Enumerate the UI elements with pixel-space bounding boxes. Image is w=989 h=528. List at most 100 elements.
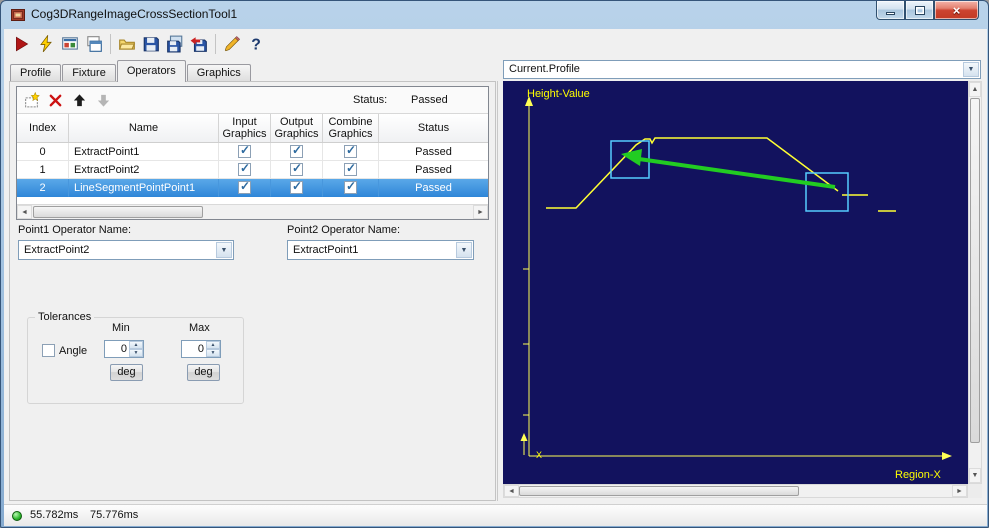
display-button[interactable] — [58, 32, 82, 56]
col-header-name: Name — [69, 114, 219, 142]
chevron-down-icon[interactable]: ▼ — [456, 242, 472, 258]
save-icon — [143, 37, 159, 52]
input-graphics-checkbox[interactable] — [238, 143, 251, 158]
move-up-icon — [73, 93, 85, 106]
tab-operators[interactable]: Operators — [116, 60, 186, 82]
svg-text:?: ? — [251, 37, 261, 53]
move-down-icon — [97, 94, 109, 107]
execution-time: 55.782ms — [30, 509, 79, 521]
wizard-icon — [224, 36, 241, 52]
col-header-output-graphics: Output Graphics — [271, 114, 323, 142]
plot-horizontal-scrollbar[interactable]: ◄ ► — [503, 484, 968, 498]
scrollbar-thumb[interactable] — [519, 486, 799, 496]
display-source-select[interactable]: Current.Profile ▼ — [503, 60, 981, 79]
operators-tab-page: Status: Passed Index Name Input Graphics… — [9, 81, 496, 501]
open-icon — [118, 39, 136, 50]
run-live-button[interactable] — [34, 32, 58, 56]
run-live-icon — [40, 35, 52, 53]
save-all-button[interactable] — [163, 32, 187, 56]
angle-max-input[interactable]: 0 ▲ ▼ — [181, 340, 221, 358]
scrollbar-thumb[interactable] — [970, 98, 980, 443]
help-icon: ? — [251, 37, 261, 53]
move-down-button[interactable] — [93, 90, 113, 110]
col-header-input-graphics: Input Graphics — [219, 114, 271, 142]
tab-graphics[interactable]: Graphics — [186, 64, 251, 81]
max-label: Max — [189, 322, 210, 334]
move-up-button[interactable] — [69, 90, 89, 110]
input-graphics-checkbox[interactable] — [238, 161, 251, 176]
tolerances-title: Tolerances — [35, 311, 95, 323]
scroll-left-icon[interactable]: ◄ — [17, 205, 32, 219]
minimize-button[interactable] — [876, 1, 905, 20]
window-title: Cog3DRangeImageCrossSectionTool1 — [31, 7, 238, 21]
scroll-down-icon[interactable]: ▼ — [969, 468, 981, 483]
import-button[interactable] — [187, 32, 211, 56]
combine-graphics-checkbox[interactable] — [344, 179, 357, 194]
scrollbar-thumb[interactable] — [33, 206, 203, 218]
spin-down-icon[interactable]: ▼ — [206, 349, 220, 357]
client-area: ? Profile Fixture Operators Graphics Sta… — [4, 29, 987, 526]
app-icon[interactable] — [10, 7, 26, 23]
scroll-up-icon[interactable]: ▲ — [969, 82, 981, 97]
pane-splitter[interactable] — [497, 81, 498, 501]
chevron-down-icon[interactable]: ▼ — [216, 242, 232, 258]
table-row[interactable]: 0 ExtractPoint1 Passed — [17, 143, 488, 161]
y-axis-label: Height-Value — [527, 88, 590, 100]
new-window-button[interactable] — [82, 32, 106, 56]
col-header-combine-graphics: Combine Graphics — [323, 114, 379, 142]
max-unit-button[interactable]: deg — [187, 364, 220, 381]
point1-operator-label: Point1 Operator Name: — [18, 224, 132, 236]
spin-down-icon[interactable]: ▼ — [129, 349, 143, 357]
new-window-icon — [87, 36, 102, 52]
run-button[interactable] — [10, 32, 34, 56]
status-value: Passed — [411, 94, 448, 106]
minimize-icon — [886, 11, 895, 15]
output-graphics-checkbox[interactable] — [290, 143, 303, 158]
col-header-index: Index — [17, 114, 69, 142]
display-pane: Current.Profile ▼ Height-Value Region-X … — [501, 59, 984, 499]
angle-min-input[interactable]: 0 ▲ ▼ — [104, 340, 144, 358]
combine-graphics-checkbox[interactable] — [344, 143, 357, 158]
scroll-right-icon[interactable]: ► — [952, 485, 967, 497]
input-graphics-checkbox[interactable] — [238, 179, 251, 194]
chevron-down-icon[interactable]: ▼ — [963, 62, 979, 77]
scrollbar-corner — [968, 484, 982, 498]
plot-vertical-scrollbar[interactable]: ▲ ▼ — [968, 81, 982, 484]
col-header-status: Status — [417, 122, 450, 134]
save-button[interactable] — [139, 32, 163, 56]
spin-up-icon[interactable]: ▲ — [206, 341, 220, 349]
table-row-selected[interactable]: 2 LineSegmentPointPoint1 Passed — [17, 179, 488, 197]
min-unit-button[interactable]: deg — [110, 364, 143, 381]
point2-operator-select[interactable]: ExtractPoint1 ▼ — [287, 240, 474, 260]
run-icon — [16, 36, 29, 52]
profile-plot: Height-Value Region-X X — [503, 81, 968, 484]
titlebar[interactable]: Cog3DRangeImageCrossSectionTool1 × — [1, 1, 988, 29]
delete-operator-button[interactable] — [45, 90, 65, 110]
add-operator-button[interactable] — [21, 90, 41, 110]
tab-fixture[interactable]: Fixture — [62, 64, 116, 81]
table-row[interactable]: 1 ExtractPoint2 Passed — [17, 161, 488, 179]
scroll-right-icon[interactable]: ► — [473, 205, 488, 219]
status-label: Status: — [353, 94, 388, 106]
output-graphics-checkbox[interactable] — [290, 179, 303, 194]
delete-icon — [49, 94, 61, 106]
angle-checkbox[interactable] — [42, 344, 55, 357]
point1-operator-select[interactable]: ExtractPoint2 ▼ — [18, 240, 234, 260]
point2-operator-label: Point2 Operator Name: — [287, 224, 401, 236]
output-graphics-checkbox[interactable] — [290, 161, 303, 176]
total-time: 75.776ms — [90, 509, 139, 521]
scroll-left-icon[interactable]: ◄ — [504, 485, 519, 497]
table-horizontal-scrollbar[interactable]: ◄ ► — [17, 204, 488, 219]
close-button[interactable]: × — [934, 1, 979, 20]
profile-plot-area[interactable]: Height-Value Region-X X — [503, 81, 968, 484]
tab-profile[interactable]: Profile — [10, 64, 62, 81]
combine-graphics-checkbox[interactable] — [344, 161, 357, 176]
maximize-button[interactable] — [905, 1, 934, 20]
help-button[interactable]: ? — [244, 32, 268, 56]
display-icon — [62, 37, 78, 50]
spin-up-icon[interactable]: ▲ — [129, 341, 143, 349]
window-controls: × — [876, 1, 979, 20]
wizard-button[interactable] — [220, 32, 244, 56]
import-icon — [190, 37, 207, 52]
open-button[interactable] — [115, 32, 139, 56]
